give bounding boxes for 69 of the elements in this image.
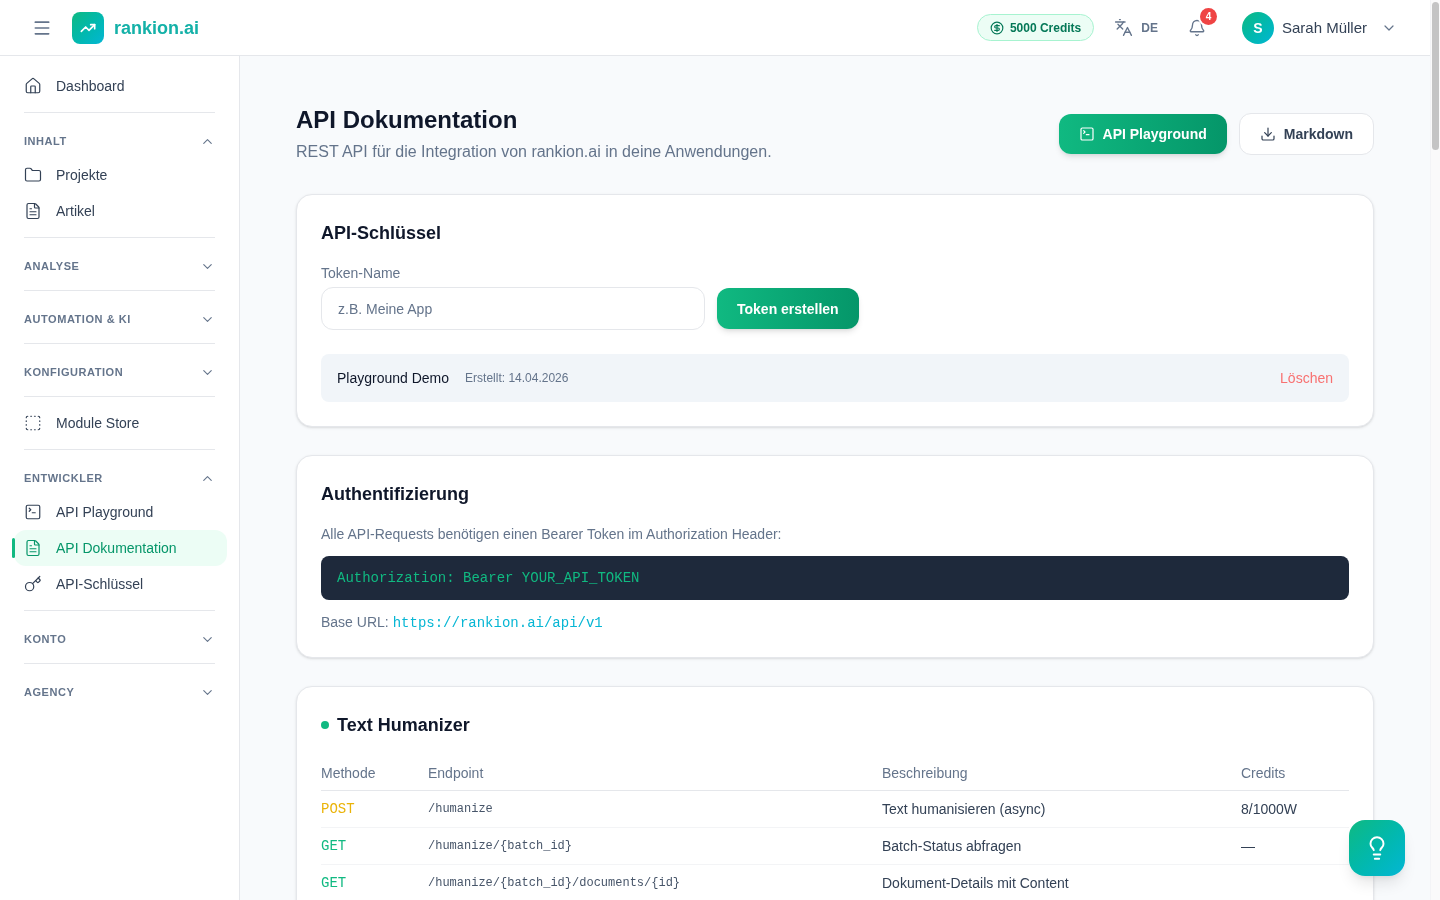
section-header[interactable]: ENTWICKLER [0,462,239,494]
house-icon [24,77,42,95]
sidebar-item[interactable]: API Playground [14,494,227,530]
column-header: Credits [1241,763,1287,783]
notification-count: 4 [1199,7,1217,25]
endpoint-cell-text: /humanize/{batch_id} [428,838,574,854]
description-cell-text: Batch-Status abfragen [882,837,1023,856]
user-name: Sarah Müller [1281,17,1367,38]
card-title: API-Schlüssel [321,222,443,245]
sidebar-item[interactable]: Module Store [14,405,227,441]
base-url-label: Base URL: [321,613,389,632]
section-header[interactable]: ANALYSE [0,250,239,282]
folder-icon [24,166,42,184]
sidebar-item[interactable]: API-Schlüssel [14,566,227,602]
section-header[interactable]: KONFIGURATION [0,356,239,388]
method-cell-text: GET [321,837,348,856]
token-name-input[interactable]: z.B. Meine App [321,287,705,330]
method-cell-text: GET [321,874,348,893]
card-title: Text Humanizer [337,714,470,737]
delete-link[interactable]: Löschen [1280,368,1333,388]
page-title: API Dokumentation [296,105,519,135]
code-block: Authorization: Bearer YOUR_API_TOKEN [321,556,1349,600]
auth-description: Alle API-Requests benötigen einen Bearer Token im Authorization Header: [321,525,783,544]
sidebar-item[interactable]: API Dokumentation [14,530,227,566]
dollar-coin-icon [989,20,1004,35]
key-icon [24,575,42,593]
token-created-date: Erstellt: 14.04.2026 [465,370,569,386]
base-url-link[interactable]: https://rankion.ai/api/v1 [392,613,603,633]
section-header[interactable]: AGENCY [0,676,239,708]
terminal-icon [24,503,42,521]
language-switcher[interactable]: DE [1114,18,1158,37]
method-cell-text: POST [321,800,356,819]
credits-badge[interactable]: 5000 Credits [976,14,1095,41]
column-header: Beschreibung [882,763,969,783]
create-token-button[interactable]: Token erstellen [717,288,859,329]
terminal-icon [1078,126,1095,142]
section-header[interactable]: INHALT [0,125,239,157]
page-subtitle: REST API für die Integration von rankion.ai in deine Anwendungen. [296,142,772,162]
notifications-button[interactable]: 4 [1185,5,1218,38]
credits-cell-text: 8/1000W [1241,800,1299,819]
bell-icon [1187,18,1206,37]
scrollbar-thumb[interactable] [1432,2,1439,150]
active-indicator [12,538,15,558]
dashed-square-icon [24,414,42,432]
description-cell-text: Dokument-Details mit Content [882,874,1070,893]
card-title: Authentifizierung [321,483,470,506]
playground-button[interactable]: API Playground [1058,114,1227,154]
column-header: Endpoint [428,763,485,783]
credits-cell-text: — [1241,837,1256,856]
column-header: Methode [321,763,377,783]
translate-icon [1114,18,1134,37]
token-name: Playground Demo [337,369,450,388]
markdown-download-button[interactable]: Markdown [1238,113,1374,155]
field-label: Token-Name [321,264,402,283]
user-avatar: S [1241,11,1274,44]
sidebar-item[interactable]: Artikel [14,193,227,229]
tips-button[interactable] [1349,820,1405,876]
section-header[interactable]: KONTO [0,623,239,655]
download-icon [1259,126,1276,142]
section-header[interactable]: AUTOMATION & KI [0,303,239,335]
document-icon [24,202,42,220]
sidebar-item[interactable]: Dashboard [14,68,227,104]
description-cell-text: Text humanisieren (async) [882,800,1047,819]
endpoint-cell-text: /humanize/{batch_id}/documents/{id} [428,875,682,891]
user-menu[interactable]: S Sarah Müller [1241,11,1397,44]
endpoint-cell-text: /humanize [428,801,494,817]
logo-text: rankion.ai [114,16,200,40]
sidebar-item[interactable]: Projekte [14,157,227,193]
document-icon [24,539,42,557]
